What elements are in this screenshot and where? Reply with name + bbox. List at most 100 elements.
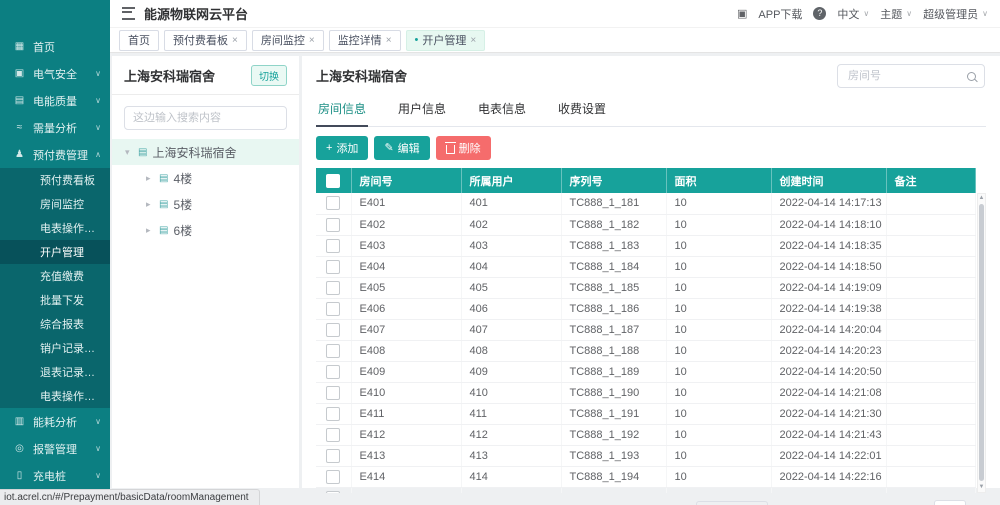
table-scrollbar[interactable]: ▲ ▼ <box>977 193 986 493</box>
row-checkbox[interactable] <box>326 428 340 442</box>
table-row[interactable]: E408408TC888_1_188102022-04-14 14:20:23 <box>316 340 976 361</box>
row-checkbox[interactable] <box>326 344 340 358</box>
sidebar-item[interactable]: ▣电气安全∨ <box>0 60 110 87</box>
scroll-down-icon[interactable]: ▼ <box>978 483 985 492</box>
add-button[interactable]: + 添加 <box>316 136 368 160</box>
open-tab-chip[interactable]: 首页 <box>119 30 159 51</box>
row-checkbox[interactable] <box>326 365 340 379</box>
row-checkbox[interactable] <box>326 323 340 337</box>
row-checkbox[interactable] <box>326 491 340 494</box>
close-icon[interactable]: × <box>232 35 238 46</box>
page-size-select[interactable]: 15条/页 ∨ <box>696 501 768 505</box>
cell-remark <box>886 424 976 445</box>
delete-button[interactable]: 删除 <box>436 136 491 160</box>
sidebar-item[interactable]: ▥能耗分析∨ <box>0 408 110 435</box>
open-tab-chip[interactable]: 房间监控× <box>252 30 324 51</box>
row-checkbox[interactable] <box>326 449 340 463</box>
row-select-cell <box>316 340 351 361</box>
tree-node-floor[interactable]: ▸▤4楼 <box>112 165 299 191</box>
sidebar-item[interactable]: ▯充电桩∨ <box>0 462 110 489</box>
edit-icon: ✎ <box>384 143 393 154</box>
cell-user: 406 <box>461 298 561 319</box>
sidebar-item-label: 房间监控 <box>40 196 84 212</box>
switch-button[interactable]: 切换 <box>251 65 287 86</box>
search-icon[interactable] <box>967 72 976 81</box>
tree-node-root[interactable]: ▾ ▤ 上海安科瑞宿舍 <box>112 139 299 165</box>
row-checkbox[interactable] <box>326 407 340 421</box>
toolbar: + 添加 ✎ 编辑 删除 <box>316 136 986 160</box>
sidebar-subitem[interactable]: 批量下发 <box>0 288 110 312</box>
theme-dropdown[interactable]: 主题 ∨ <box>880 6 912 22</box>
cell-room: E405 <box>351 277 461 298</box>
table-row[interactable]: E401401TC888_1_181102022-04-14 14:17:13 <box>316 193 976 214</box>
app-download-link[interactable]: APP下载 <box>758 6 802 22</box>
tab-房间信息[interactable]: 房间信息 <box>316 95 368 127</box>
table-row[interactable]: E409409TC888_1_189102022-04-14 14:20:50 <box>316 361 976 382</box>
row-checkbox[interactable] <box>326 260 340 274</box>
sidebar-item[interactable]: ≈需量分析∨ <box>0 114 110 141</box>
sidebar-subitem[interactable]: 综合报表 <box>0 312 110 336</box>
table-row[interactable]: E416416TC888_1_195102022-04-14 14:22:46 <box>316 487 976 493</box>
scroll-up-icon[interactable]: ▲ <box>978 194 985 203</box>
open-tab-chip[interactable]: 预付费看板× <box>164 30 247 51</box>
row-checkbox[interactable] <box>326 302 340 316</box>
row-checkbox[interactable] <box>326 239 340 253</box>
power-quality-icon: ▤ <box>13 95 26 106</box>
sidebar-subitem[interactable]: 退表记录查询 <box>0 360 110 384</box>
sidebar-subitem[interactable]: 房间监控 <box>0 192 110 216</box>
sidebar-subitem[interactable]: 销户记录查询 <box>0 336 110 360</box>
tree-node-floor[interactable]: ▸▤5楼 <box>112 191 299 217</box>
collapse-menu-icon[interactable] <box>122 7 135 20</box>
user-dropdown[interactable]: 超级管理员 ∨ <box>923 6 988 22</box>
table-row[interactable]: E407407TC888_1_187102022-04-14 14:20:04 <box>316 319 976 340</box>
sidebar-subitem[interactable]: 预付费看板 <box>0 168 110 192</box>
sidebar-subitem[interactable]: 电表操作记录 <box>0 384 110 408</box>
row-select-cell <box>316 445 351 466</box>
edit-button[interactable]: ✎ 编辑 <box>374 136 429 160</box>
row-select-cell <box>316 214 351 235</box>
sidebar-item[interactable]: ▦首页 <box>0 33 110 60</box>
cell-remark <box>886 235 976 256</box>
row-checkbox[interactable] <box>326 196 340 210</box>
row-checkbox[interactable] <box>326 218 340 232</box>
open-tab-chip[interactable]: •开户管理× <box>406 30 486 51</box>
tab-电表信息[interactable]: 电表信息 <box>476 95 528 126</box>
sidebar-subitem[interactable]: 电表操作列表 <box>0 216 110 240</box>
sidebar-subitem[interactable]: 充值缴费 <box>0 264 110 288</box>
table-row[interactable]: E412412TC888_1_192102022-04-14 14:21:43 <box>316 424 976 445</box>
tree-search-input[interactable] <box>124 106 287 130</box>
row-checkbox[interactable] <box>326 470 340 484</box>
table-row[interactable]: E404404TC888_1_184102022-04-14 14:18:50 <box>316 256 976 277</box>
row-checkbox[interactable] <box>326 386 340 400</box>
table-row[interactable]: E405405TC888_1_185102022-04-14 14:19:09 <box>316 277 976 298</box>
sidebar-subitem[interactable]: 开户管理 <box>0 240 110 264</box>
tree-node-floor[interactable]: ▸▤6楼 <box>112 217 299 243</box>
select-all-checkbox[interactable] <box>326 174 340 188</box>
table-row[interactable]: E410410TC888_1_190102022-04-14 14:21:08 <box>316 382 976 403</box>
close-icon[interactable]: × <box>386 35 392 46</box>
table-row[interactable]: E411411TC888_1_191102022-04-14 14:21:30 <box>316 403 976 424</box>
sidebar-item[interactable]: ◎报警管理∨ <box>0 435 110 462</box>
tab-用户信息[interactable]: 用户信息 <box>396 95 448 126</box>
help-icon[interactable]: ? <box>813 7 826 20</box>
open-tab-label: 监控详情 <box>338 32 382 48</box>
cell-area: 10 <box>666 487 771 493</box>
table-row[interactable]: E403403TC888_1_183102022-04-14 14:18:35 <box>316 235 976 256</box>
language-dropdown[interactable]: 中文 ∨ <box>837 6 869 22</box>
row-checkbox[interactable] <box>326 281 340 295</box>
close-icon[interactable]: × <box>470 35 476 46</box>
goto-page-input[interactable] <box>934 500 966 505</box>
tab-收费设置[interactable]: 收费设置 <box>556 95 608 126</box>
cell-created: 2022-04-14 14:18:10 <box>771 214 886 235</box>
table-row[interactable]: E402402TC888_1_182102022-04-14 14:18:10 <box>316 214 976 235</box>
table-row[interactable]: E413413TC888_1_193102022-04-14 14:22:01 <box>316 445 976 466</box>
close-icon[interactable]: × <box>309 35 315 46</box>
scrollbar-thumb[interactable] <box>979 204 984 481</box>
sidebar-item[interactable]: ▤电能质量∨ <box>0 87 110 114</box>
table-row[interactable]: E414414TC888_1_194102022-04-14 14:22:16 <box>316 466 976 487</box>
cell-created: 2022-04-14 14:21:30 <box>771 403 886 424</box>
sidebar-item[interactable]: ♟预付费管理∧ <box>0 141 110 168</box>
open-tab-chip[interactable]: 监控详情 × <box>329 30 401 51</box>
table-row[interactable]: E406406TC888_1_186102022-04-14 14:19:38 <box>316 298 976 319</box>
room-search-input[interactable] <box>846 69 967 83</box>
